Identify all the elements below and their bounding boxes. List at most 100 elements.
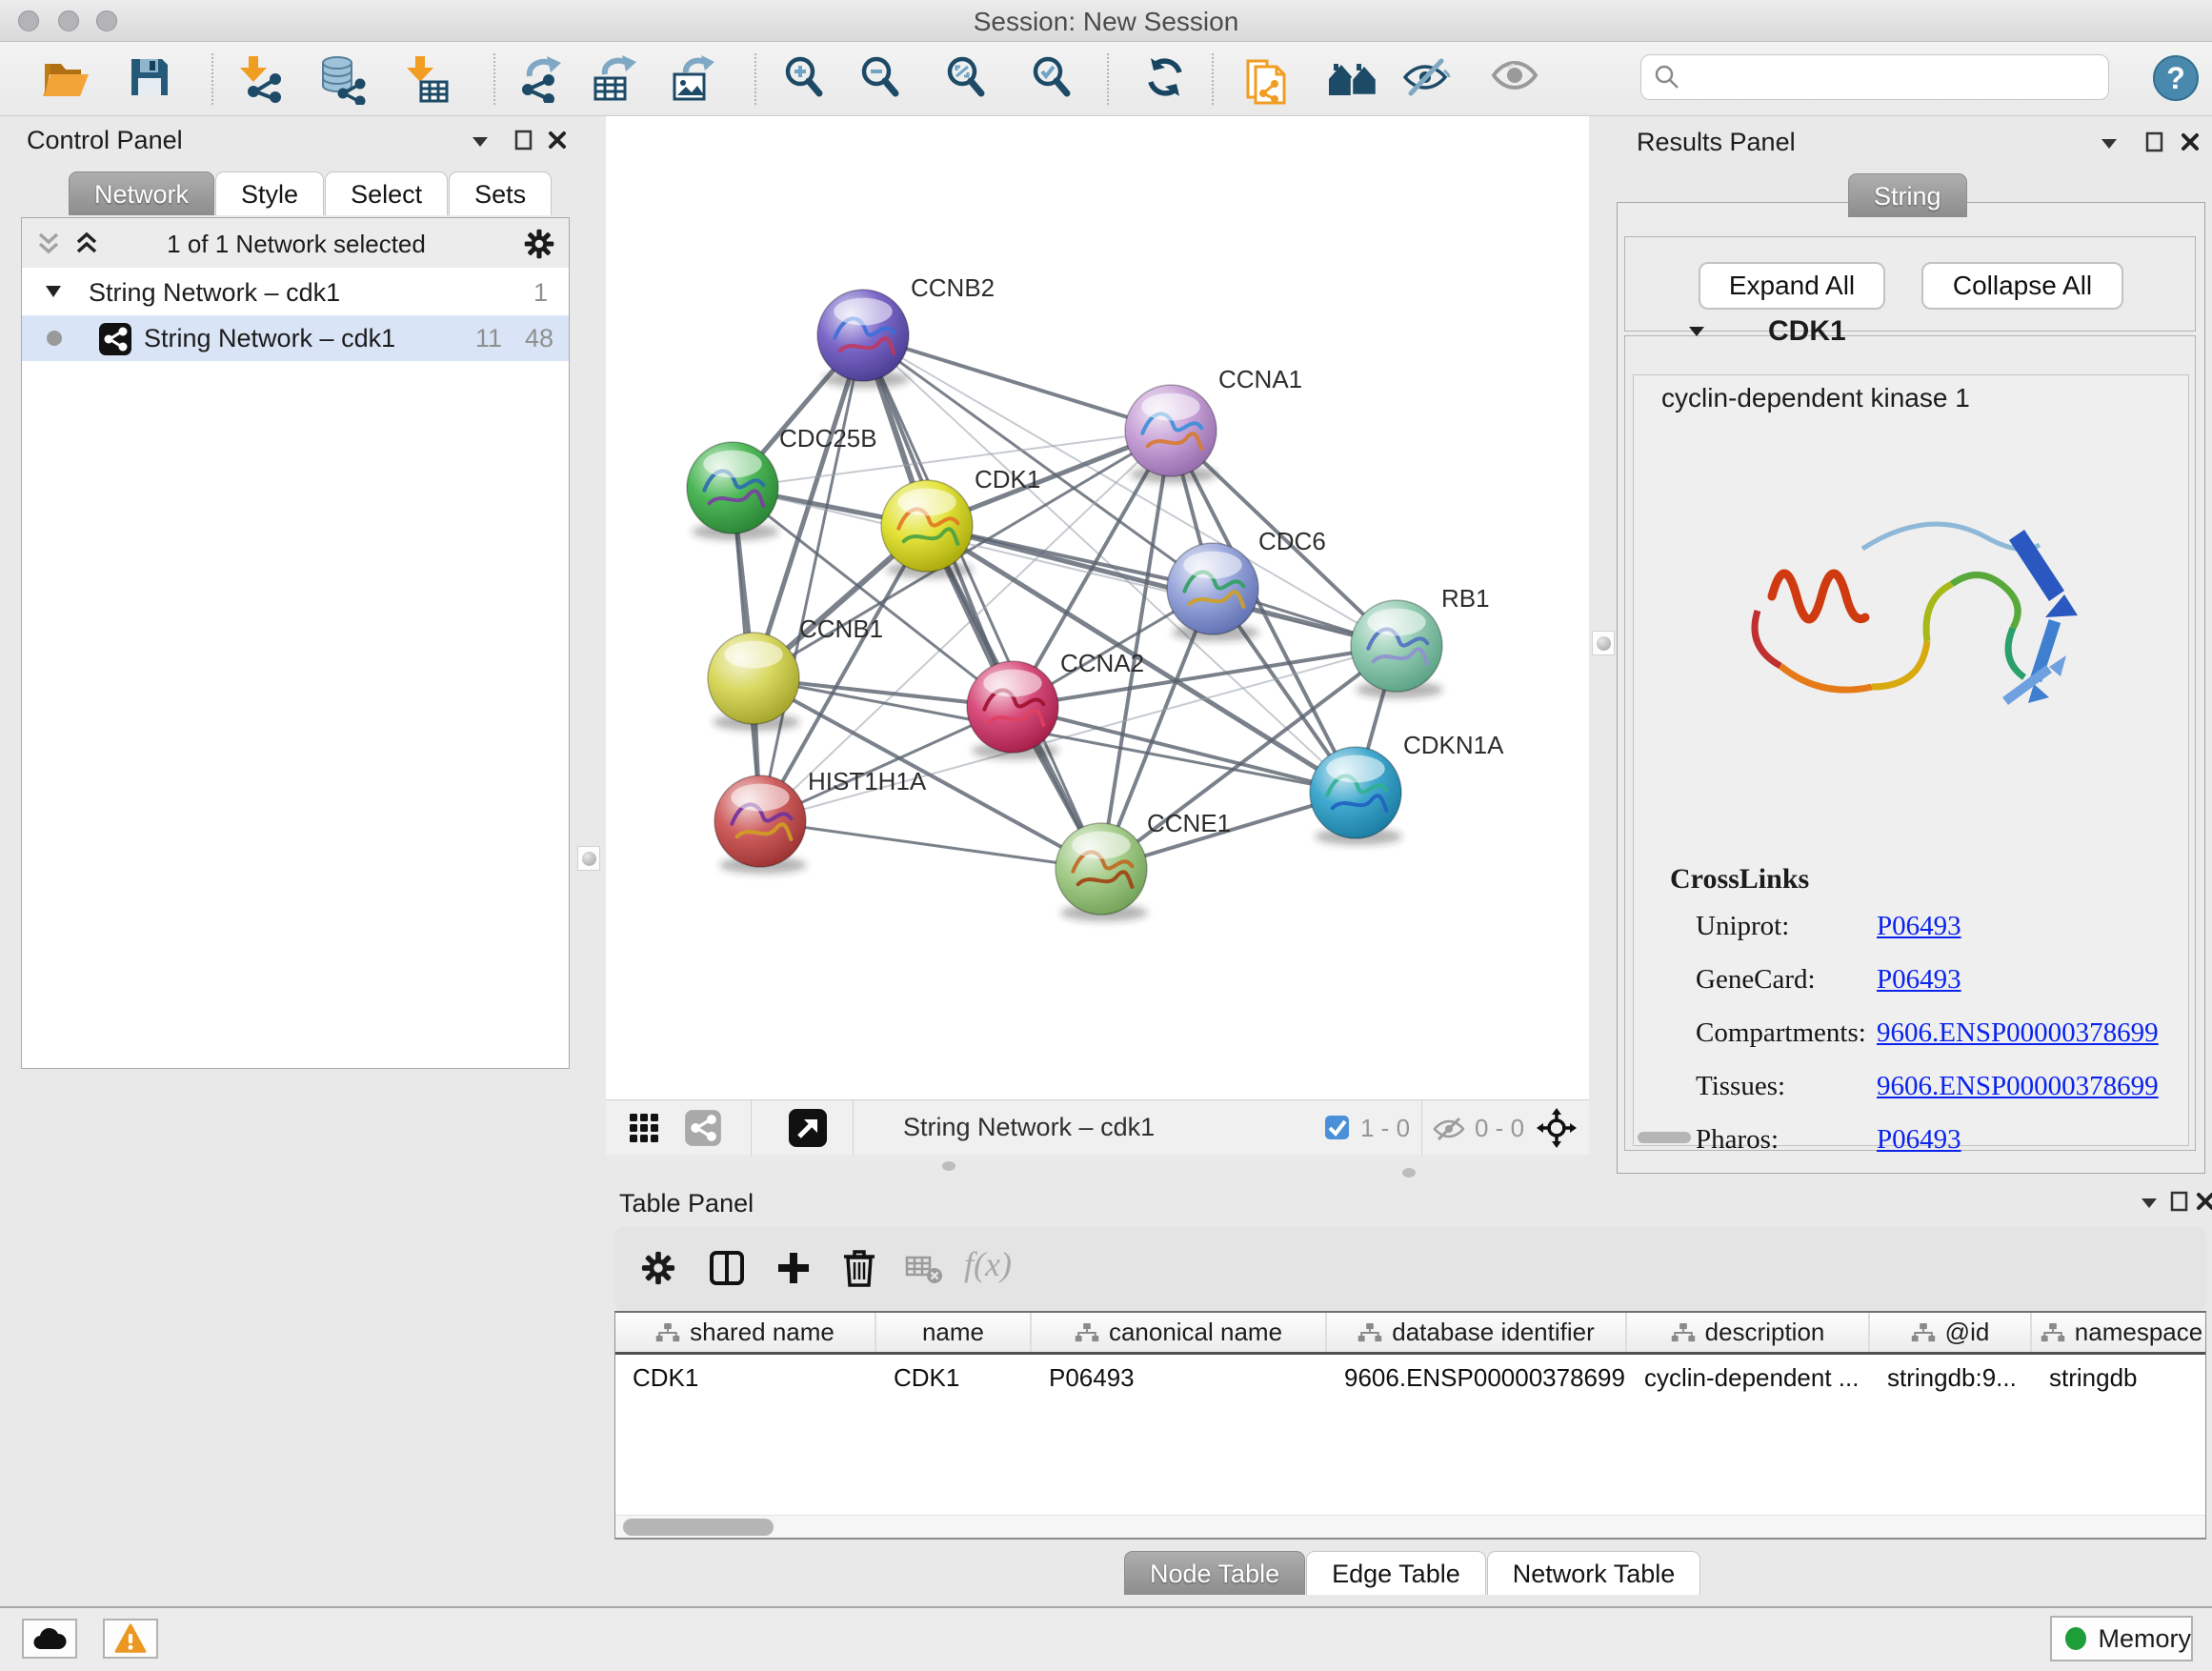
tab-style[interactable]: Style — [215, 171, 324, 215]
results-panel-float-button[interactable] — [2100, 137, 2119, 151]
zoom-selected-button[interactable] — [1030, 55, 1076, 103]
network-row-selected[interactable]: String Network – cdk1 11 48 — [22, 315, 569, 361]
tab-string[interactable]: String — [1848, 173, 1967, 217]
table-scroll-thumb[interactable] — [623, 1519, 774, 1536]
table-splitter-handle[interactable] — [1402, 1168, 1416, 1178]
import-table-from-file-button[interactable] — [404, 55, 450, 103]
zoom-fit-button[interactable] — [944, 55, 990, 103]
add-column-button[interactable] — [775, 1250, 812, 1286]
control-panel-float-button[interactable] — [471, 135, 490, 149]
memory-button[interactable]: Memory — [2050, 1616, 2193, 1661]
column-header-shared-name[interactable]: shared name — [615, 1313, 876, 1352]
control-panel-maximize-button[interactable] — [514, 130, 533, 151]
table-body-row[interactable]: CDK1CDK1P064939606.ENSP00000378699cyclin… — [615, 1358, 2205, 1398]
table-cell[interactable]: P06493 — [1032, 1358, 1327, 1398]
collapse-all-networks-button[interactable] — [35, 232, 62, 256]
home-view-button[interactable] — [1328, 55, 1377, 99]
export-network-button[interactable] — [520, 55, 566, 103]
window-zoom-button[interactable] — [96, 10, 117, 31]
graph-node-CCNB1[interactable]: CCNB1 — [708, 614, 883, 724]
table-horizontal-scrollbar[interactable] — [615, 1515, 2205, 1538]
crosslink-value[interactable]: P06493 — [1877, 1124, 1961, 1156]
import-network-from-file-button[interactable] — [236, 55, 282, 103]
hide-selected-button[interactable] — [1401, 55, 1451, 99]
show-columns-button[interactable] — [709, 1250, 745, 1286]
expand-all-networks-button[interactable] — [73, 232, 100, 256]
expand-all-button[interactable]: Expand All — [1699, 262, 1885, 310]
graph-node-HIST1H1A[interactable]: HIST1H1A — [714, 767, 927, 867]
export-image-button[interactable] — [671, 55, 716, 103]
left-splitter-handle[interactable] — [577, 846, 600, 871]
graph-node-CCNA1[interactable]: CCNA1 — [1125, 365, 1302, 476]
tab-edge-table[interactable]: Edge Table — [1306, 1551, 1486, 1595]
export-table-button[interactable] — [592, 55, 637, 103]
table-cell[interactable]: stringdb — [2032, 1358, 2205, 1398]
zoom-out-button[interactable] — [858, 55, 904, 103]
cloud-status-button[interactable] — [22, 1619, 77, 1659]
graph-node-CDC25B[interactable]: CDC25B — [687, 424, 877, 534]
table-cell[interactable]: stringdb:9... — [1870, 1358, 2032, 1398]
birds-eye-view-button[interactable] — [1536, 1107, 1578, 1149]
table-cell[interactable]: 9606.ENSP00000378699 — [1327, 1358, 1627, 1398]
delete-column-button[interactable] — [842, 1248, 876, 1288]
crosslink-value[interactable]: 9606.ENSP00000378699 — [1877, 1017, 2159, 1049]
table-options-button[interactable] — [640, 1250, 676, 1286]
hidden-eye-icon[interactable] — [1431, 1116, 1467, 1142]
column-header-canonical-name[interactable]: canonical name — [1032, 1313, 1327, 1352]
canvas-splitter-handle[interactable] — [942, 1161, 955, 1171]
grid-view-button[interactable] — [629, 1113, 659, 1143]
tab-network-table[interactable]: Network Table — [1487, 1551, 1701, 1595]
table-cell[interactable]: CDK1 — [876, 1358, 1032, 1398]
graph-node-CDKN1A[interactable]: CDKN1A — [1310, 731, 1504, 838]
window-minimize-button[interactable] — [58, 10, 79, 31]
help-button[interactable]: ? — [2151, 53, 2201, 103]
selected-checkbox[interactable] — [1324, 1115, 1350, 1140]
column-header--id[interactable]: @id — [1870, 1313, 2032, 1352]
tab-network[interactable]: Network — [69, 171, 214, 215]
table-panel-maximize-button[interactable] — [2170, 1191, 2189, 1212]
show-all-button[interactable] — [1490, 55, 1539, 95]
column-header-name[interactable]: name — [876, 1313, 1032, 1352]
column-header-description[interactable]: description — [1627, 1313, 1870, 1352]
refresh-view-button[interactable] — [1143, 55, 1187, 99]
graph-edge[interactable] — [863, 335, 1171, 431]
zoom-in-button[interactable] — [782, 55, 828, 103]
crosslink-value[interactable]: 9606.ENSP00000378699 — [1877, 1071, 2159, 1102]
table-panel-float-button[interactable] — [2140, 1197, 2159, 1210]
control-panel-close-button[interactable] — [547, 130, 568, 151]
network-collection-row[interactable]: String Network – cdk1 1 — [22, 273, 569, 315]
search-input[interactable] — [1681, 62, 2091, 93]
entry-collapse-icon[interactable] — [1687, 325, 1706, 338]
save-session-button[interactable] — [128, 55, 171, 99]
network-view-mode-button[interactable] — [684, 1109, 722, 1147]
column-header-database-identifier[interactable]: database identifier — [1327, 1313, 1627, 1352]
table-panel-close-button[interactable] — [2195, 1191, 2212, 1212]
results-panel-close-button[interactable] — [2180, 131, 2201, 152]
graph-edge[interactable] — [760, 821, 1101, 869]
graph-node-RB1[interactable]: RB1 — [1351, 584, 1490, 692]
delete-table-button-disabled[interactable] — [905, 1256, 943, 1284]
right-splitter-handle[interactable] — [1592, 631, 1615, 655]
crosslink-value[interactable]: P06493 — [1877, 911, 1961, 942]
function-builder-button-disabled[interactable]: f(x) — [964, 1244, 1012, 1284]
table-cell[interactable]: cyclin-dependent ... — [1627, 1358, 1870, 1398]
network-panel-options-button[interactable] — [523, 228, 555, 260]
results-panel-maximize-button[interactable] — [2145, 131, 2164, 152]
collapse-all-button[interactable]: Collapse All — [1921, 262, 2123, 310]
detach-view-button[interactable] — [787, 1107, 829, 1149]
graph-node-CDC6[interactable]: CDC6 — [1167, 527, 1326, 634]
open-session-button[interactable] — [42, 55, 90, 101]
global-search-field[interactable] — [1640, 54, 2109, 100]
results-scroll-thumb[interactable] — [1638, 1132, 1691, 1143]
window-close-button[interactable] — [18, 10, 39, 31]
warnings-button[interactable] — [103, 1619, 158, 1659]
tab-sets[interactable]: Sets — [449, 171, 552, 215]
network-canvas[interactable]: CCNB2CCNA1CDC25BCDK1CDC6RB1CCNB1CCNA2CDK… — [606, 116, 1589, 1099]
string-import-button[interactable] — [1244, 55, 1290, 105]
column-header-namespace[interactable]: namespace — [2032, 1313, 2205, 1352]
tab-select[interactable]: Select — [325, 171, 448, 215]
entry-gene-name[interactable]: CDK1 — [1768, 315, 1846, 348]
tab-node-table[interactable]: Node Table — [1124, 1551, 1305, 1595]
import-network-from-database-button[interactable] — [318, 55, 366, 105]
table-cell[interactable]: CDK1 — [615, 1358, 876, 1398]
